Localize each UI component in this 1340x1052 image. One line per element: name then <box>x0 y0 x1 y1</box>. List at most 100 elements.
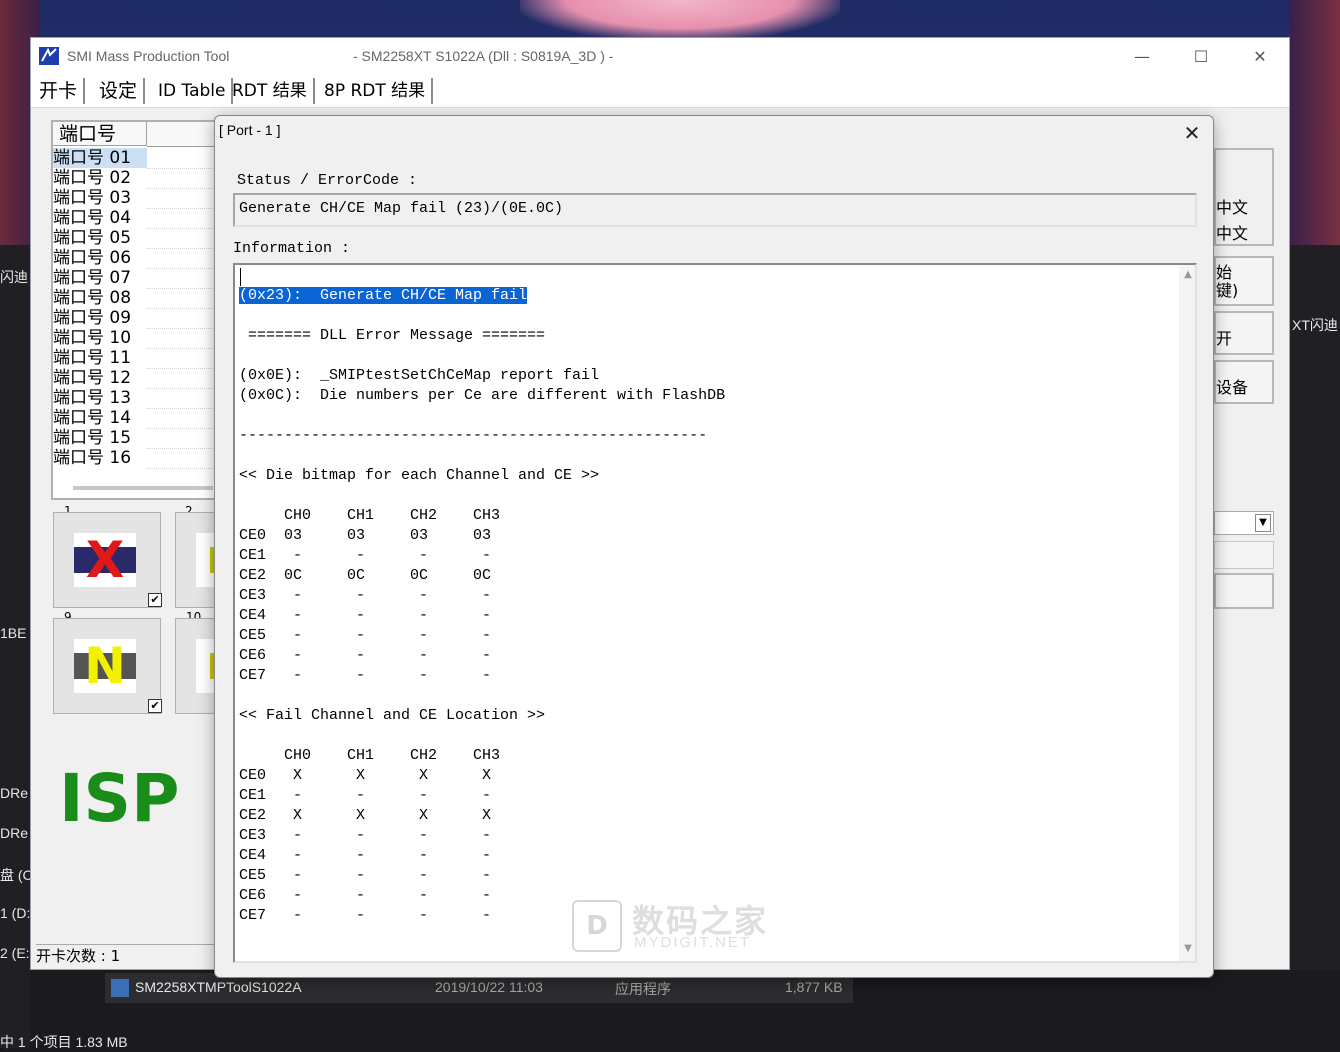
port-row[interactable]: 端口号 06 <box>53 248 147 268</box>
port-row[interactable]: 端口号 15 <box>53 428 147 448</box>
tab-id-table[interactable]: ID Table <box>152 78 234 104</box>
info-line: CE2 0C 0C 0C 0C <box>239 567 492 584</box>
port-tile-9[interactable]: N ✔ <box>53 618 162 714</box>
app-icon <box>39 47 59 65</box>
tab-rdt-result[interactable]: RDT 结果 <box>226 78 315 104</box>
wallpaper-art-right <box>1290 0 1340 245</box>
info-line: CE0 03 03 03 03 <box>239 527 492 544</box>
watermark-logo-icon: D <box>572 900 622 952</box>
nav-fragment[interactable]: 1 (D: <box>0 905 30 921</box>
explorer-nav-pane: 闪迪 1BE DRe DRe 盘 (C 1 (D: 2 (E: <box>0 245 33 1048</box>
file-type: 应用程序 <box>615 981 671 997</box>
port-tile-1[interactable]: X ✔ <box>53 512 162 608</box>
device-button[interactable]: 设备 <box>1214 360 1274 404</box>
port-tile-2[interactable] <box>175 512 216 608</box>
start-button[interactable]: 始 键) <box>1214 256 1274 306</box>
info-line: CE1 - - - - <box>239 547 492 564</box>
tab-open-card[interactable]: 开卡 <box>33 78 86 104</box>
file-name: SM2258XTMPToolS1022A <box>135 979 302 995</box>
info-line: ======= DLL Error Message ======= <box>239 327 546 344</box>
nav-fragment[interactable]: 1BE <box>0 625 26 641</box>
chevron-down-icon[interactable]: ▼ <box>1255 514 1271 532</box>
port-row[interactable]: 端口号 02 <box>53 168 147 188</box>
scroll-down-icon[interactable]: ▼ <box>1179 943 1195 959</box>
info-line: CE7 - - - - <box>239 667 492 684</box>
new-status-icon: N <box>74 639 136 693</box>
nav-fragment[interactable]: DRe <box>0 825 28 841</box>
info-line: (0x0E): _SMIPtestSetChCeMap report fail <box>239 367 600 384</box>
watermark-en: MYDIGIT.NET <box>634 934 752 951</box>
port-tile-10[interactable] <box>175 618 216 714</box>
info-line: CH0 CH1 CH2 CH3 <box>239 507 501 524</box>
tile-status-icon <box>196 639 216 693</box>
dialog-close-icon[interactable]: ✕ <box>1177 120 1207 146</box>
info-line: CE4 - - - - <box>239 607 492 624</box>
window-subtitle: - SM2258XT S1022A (Dll : S0819A_3D ) - <box>353 48 614 64</box>
vertical-scrollbar[interactable]: ▲ ▼ <box>1179 265 1195 961</box>
nav-fragment[interactable]: 盘 (C <box>0 865 33 885</box>
info-line: CE5 - - - - <box>239 627 492 644</box>
open-button-label: 开 <box>1216 329 1233 348</box>
port-dialog: [ Port - 1 ] ✕ Status / ErrorCode : Gene… <box>214 115 1214 978</box>
action-button[interactable] <box>1214 573 1274 609</box>
port-row[interactable]: 端口号 12 <box>53 368 147 388</box>
maximize-button[interactable]: ☐ <box>1172 38 1230 75</box>
info-line: ----------------------------------------… <box>239 427 708 444</box>
port-row[interactable]: 端口号 11 <box>53 348 147 368</box>
file-date: 2019/10/22 11:03 <box>435 979 543 995</box>
status-label: Status / ErrorCode : <box>237 172 418 189</box>
port-row[interactable]: 端口号 16 <box>53 448 147 468</box>
info-line: CE6 - - - - <box>239 887 492 904</box>
port-row[interactable]: 端口号 14 <box>53 408 147 428</box>
dialog-title: [ Port - 1 ] <box>219 122 281 138</box>
dropdown[interactable]: ▼ <box>1214 511 1274 535</box>
tab-bar: 开卡 设定 ID Table RDT 结果 8P RDT 结果 <box>31 75 1289 108</box>
port-list[interactable]: 端口号 端口号 01 端口号 02 端口号 03 端口号 04 端口号 05 端口号 06… <box>51 120 237 500</box>
info-line: CE3 - - - - <box>239 827 492 844</box>
info-line: CE2 X X X X <box>239 807 492 824</box>
info-line: (0x0C): Die numbers per Ce are different… <box>239 387 726 404</box>
port-row[interactable]: 端口号 08 <box>53 288 147 308</box>
status-field[interactable]: Generate CH/CE Map fail (23)/(0E.0C) <box>233 193 1197 227</box>
horizontal-scrollbar[interactable] <box>73 486 213 490</box>
port-row[interactable]: 端口号 05 <box>53 228 147 248</box>
title-bar[interactable]: SMI Mass Production Tool - SM2258XT S102… <box>31 38 1289 75</box>
tile-checkbox[interactable]: ✔ <box>148 699 162 713</box>
minimize-button[interactable]: — <box>1113 38 1171 75</box>
text-field[interactable] <box>1214 541 1274 569</box>
nav-fragment[interactable]: 闪迪 <box>0 267 28 287</box>
info-line: CE0 X X X X <box>239 767 492 784</box>
tab-settings[interactable]: 设定 <box>93 78 146 104</box>
explorer-status: 中 1 个项目 1.83 MB <box>0 1034 128 1050</box>
port-row[interactable]: 端口号 10 <box>53 328 147 348</box>
explorer-tab-fragment[interactable]: XT闪迪 <box>1292 315 1338 335</box>
port-row[interactable]: 端口号 03 <box>53 188 147 208</box>
port-row[interactable]: 端口号 13 <box>53 388 147 408</box>
nav-fragment[interactable]: DRe <box>0 785 28 801</box>
port-row[interactable]: 端口号 04 <box>53 208 147 228</box>
tile-checkbox[interactable]: ✔ <box>148 593 162 607</box>
information-textarea[interactable]: (0x23): Generate CH/CE Map fail ======= … <box>233 263 1197 963</box>
nav-fragment[interactable]: 2 (E: <box>0 945 30 961</box>
wallpaper-art <box>520 0 840 40</box>
window-title: SMI Mass Production Tool <box>67 48 230 64</box>
port-row[interactable]: 端口号 01 <box>53 148 147 168</box>
port-list-header[interactable]: 端口号 <box>53 122 147 146</box>
port-row[interactable]: 端口号 07 <box>53 268 147 288</box>
scroll-up-icon[interactable]: ▲ <box>1179 269 1195 285</box>
isp-label: ISP <box>59 760 180 837</box>
tab-8p-rdt-result[interactable]: 8P RDT 结果 <box>318 78 434 104</box>
info-line: CE6 - - - - <box>239 647 492 664</box>
info-line: CH0 CH1 CH2 CH3 <box>239 747 501 764</box>
info-line: CE5 - - - - <box>239 867 492 884</box>
start-button-label: 始 键) <box>1216 263 1239 300</box>
language-option[interactable]: 中文 <box>1216 194 1248 218</box>
close-button[interactable]: ✕ <box>1231 38 1289 75</box>
language-option[interactable]: 中文 <box>1216 220 1248 244</box>
tile-glyph: X <box>85 531 125 589</box>
status-value: Generate CH/CE Map fail (23)/(0E.0C) <box>239 200 564 217</box>
port-row[interactable]: 端口号 09 <box>53 308 147 328</box>
watermark: D 数码之家 MYDIGIT.NET <box>572 896 768 956</box>
status-bar: 开卡次数 : 1 <box>36 944 216 967</box>
open-button[interactable]: 开 <box>1214 311 1274 355</box>
